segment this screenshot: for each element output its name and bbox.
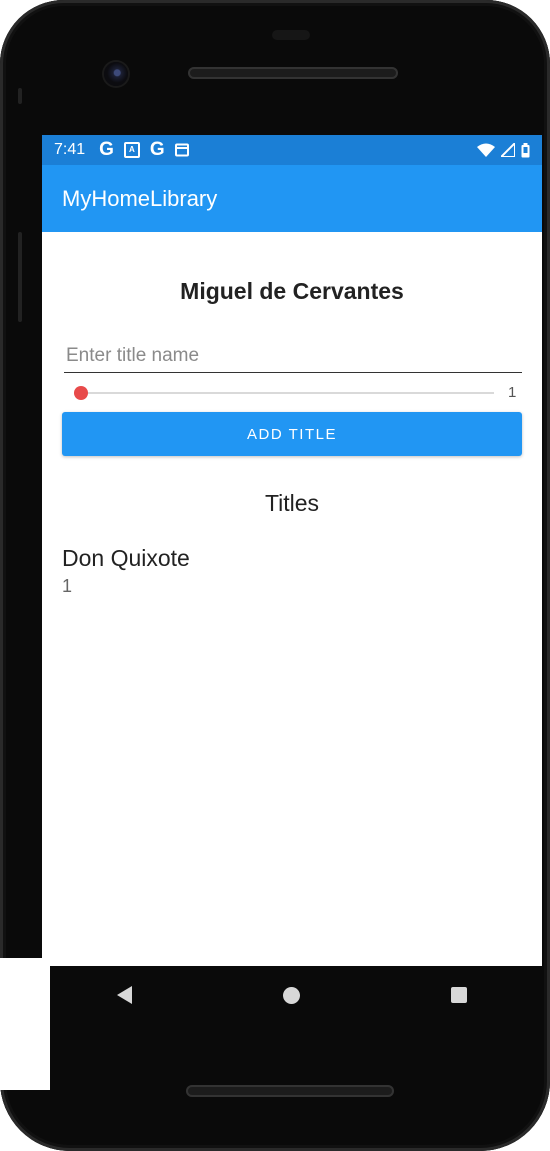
status-time: 7:41 [54,141,86,158]
screen: 7:41 G A G MyHomeLibrary Miguel de Cerva… [42,135,542,966]
status-system-icons [477,142,530,158]
signal-icon [501,143,515,157]
title-name: Don Quixote [62,545,190,571]
notification-a-icon: A [123,142,140,158]
title-name-input[interactable] [64,340,522,373]
app-bar: MyHomeLibrary [42,165,542,232]
recents-icon[interactable] [450,987,467,1003]
slider-thumb[interactable] [74,386,88,400]
earpiece-speaker [188,67,398,79]
author-name: Miguel de Cervantes [180,278,404,304]
calendar-icon [174,143,189,157]
slider-value: 1 [508,384,517,401]
app-title: MyHomeLibrary [62,185,218,211]
add-title-button[interactable]: ADD TITLE [62,412,522,456]
bottom-speaker [186,1085,394,1097]
list-item[interactable]: Don Quixote 1 [62,545,190,597]
home-icon[interactable] [282,986,300,1004]
google-g-icon: G [99,139,114,160]
slider-track [74,392,494,394]
status-notification-icons: G A G [99,139,189,161]
count-slider[interactable] [74,385,494,401]
battery-icon [521,142,530,157]
front-camera-icon [104,62,128,86]
proximity-sensor [272,30,310,40]
side-button [18,88,22,104]
background-patch [0,958,50,1090]
status-bar: 7:41 G A G [42,135,542,165]
back-icon[interactable] [117,986,133,1004]
wifi-icon [477,143,495,157]
side-button [18,232,22,322]
title-count: 1 [62,576,73,596]
google-g-icon: G [149,139,165,160]
titles-heading: Titles [264,490,320,516]
phone-frame: 7:41 G A G MyHomeLibrary Miguel de Cerva… [0,0,550,1151]
navigation-bar [42,966,542,1024]
